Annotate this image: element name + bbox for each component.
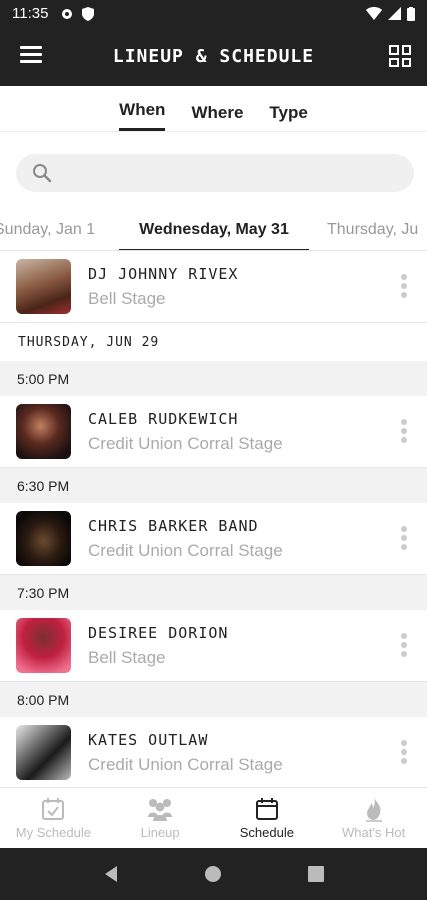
- stage-name: Credit Union Corral Stage: [88, 754, 283, 774]
- back-icon[interactable]: [102, 865, 120, 883]
- artist-photo: [16, 511, 71, 566]
- date-tab-next[interactable]: Thursday, Ju: [327, 221, 418, 239]
- time-header: 7:30 PM: [0, 575, 427, 610]
- schedule-item[interactable]: DESIREE DORION Bell Stage: [0, 610, 427, 682]
- search-bar[interactable]: [16, 154, 414, 192]
- more-options-icon[interactable]: [401, 274, 409, 301]
- people-icon: [148, 799, 173, 821]
- more-options-icon[interactable]: [401, 526, 409, 553]
- artist-photo: [16, 618, 71, 673]
- time-header: 5:00 PM: [0, 361, 427, 396]
- artist-photo: [16, 404, 71, 459]
- status-bar: 11:35: [0, 0, 427, 27]
- tab-type[interactable]: Type: [269, 103, 307, 131]
- schedule-item[interactable]: CALEB RUDKEWICH Credit Union Corral Stag…: [0, 396, 427, 468]
- nav-label: My Schedule: [15, 825, 91, 840]
- artist-name: KATES OUTLAW: [88, 730, 209, 749]
- filter-tabs: When Where Type: [0, 86, 427, 132]
- nav-my-schedule[interactable]: My Schedule: [0, 788, 107, 848]
- stage-name: Credit Union Corral Stage: [88, 540, 283, 560]
- nav-whats-hot[interactable]: What's Hot: [320, 788, 427, 848]
- bottom-nav: My Schedule Lineup Schedule What's Hot: [0, 787, 427, 848]
- shield-icon: [82, 6, 95, 21]
- time-header: 6:30 PM: [0, 468, 427, 503]
- calendar-check-icon: [42, 798, 65, 820]
- artist-photo: [16, 259, 71, 314]
- status-time: 11:35: [12, 5, 49, 22]
- time-header: 8:00 PM: [0, 682, 427, 717]
- more-options-icon[interactable]: [401, 633, 409, 660]
- schedule-item[interactable]: KATES OUTLAW Credit Union Corral Stage: [0, 717, 427, 787]
- system-nav-bar: [0, 848, 427, 900]
- nav-schedule[interactable]: Schedule: [214, 788, 321, 848]
- artist-name: DESIREE DORION: [88, 623, 229, 642]
- tab-where[interactable]: Where: [191, 103, 243, 131]
- nav-label: Lineup: [140, 825, 180, 840]
- schedule-item[interactable]: CHRIS BARKER BAND Credit Union Corral St…: [0, 503, 427, 575]
- app-bar: LINEUP & SCHEDULE: [0, 27, 427, 86]
- hamburger-menu-icon[interactable]: [20, 46, 42, 66]
- nav-label: Schedule: [239, 825, 294, 840]
- calendar-icon: [255, 798, 278, 820]
- tab-when[interactable]: When: [119, 100, 166, 131]
- artist-name: DJ JOHNNY RIVEX: [88, 264, 239, 283]
- stage-name: Credit Union Corral Stage: [88, 433, 283, 453]
- grid-view-icon[interactable]: [389, 45, 411, 67]
- artist-photo: [16, 725, 71, 780]
- search-input[interactable]: [62, 164, 414, 182]
- more-options-icon[interactable]: [401, 419, 409, 446]
- home-icon[interactable]: [204, 865, 222, 883]
- date-tab-current[interactable]: Wednesday, May 31: [119, 221, 309, 250]
- stage-name: Bell Stage: [88, 288, 166, 308]
- artist-name: CALEB RUDKEWICH: [88, 409, 239, 428]
- date-tab-prev[interactable]: Sunday, Jan 1: [0, 221, 95, 239]
- page-title: LINEUP & SCHEDULE: [112, 46, 315, 67]
- search-icon: [33, 164, 52, 183]
- stage-name: Bell Stage: [88, 647, 166, 667]
- nav-label: What's Hot: [342, 825, 406, 840]
- flame-icon: [365, 797, 382, 822]
- recents-icon[interactable]: [307, 865, 325, 883]
- artist-name: CHRIS BARKER BAND: [88, 516, 259, 535]
- nav-lineup[interactable]: Lineup: [107, 788, 214, 848]
- day-header: THURSDAY, JUN 29: [0, 323, 427, 361]
- signal-icon: [388, 7, 401, 20]
- schedule-item[interactable]: DJ JOHNNY RIVEX Bell Stage: [0, 251, 427, 323]
- more-options-icon[interactable]: [401, 740, 409, 767]
- wifi-icon: [366, 7, 382, 20]
- schedule-list: DJ JOHNNY RIVEX Bell Stage THURSDAY, JUN…: [0, 251, 427, 787]
- settings-gear-icon: [62, 8, 73, 19]
- date-selector: Sunday, Jan 1 Wednesday, May 31 Thursday…: [0, 208, 427, 251]
- battery-icon: [407, 6, 415, 21]
